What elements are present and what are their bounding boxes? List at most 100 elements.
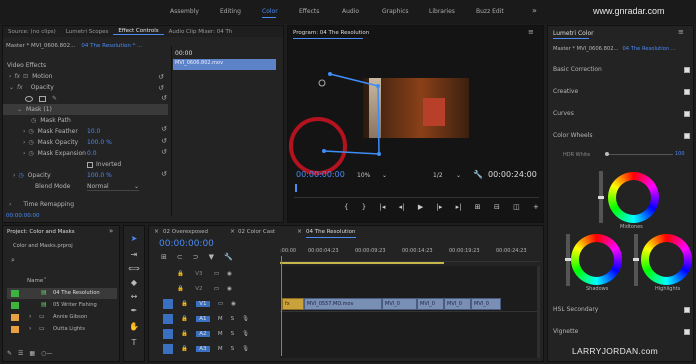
solo-button[interactable]: S xyxy=(231,316,235,322)
workspace-tab-effects[interactable]: Effects xyxy=(299,8,319,15)
list-item[interactable]: ▤ 05 Writer Fishing xyxy=(7,300,117,311)
hdr-white-slider[interactable] xyxy=(605,154,673,155)
reset-icon[interactable]: ↺ xyxy=(161,125,167,133)
reset-icon[interactable]: ↺ xyxy=(161,148,167,156)
linked-selection-icon[interactable]: ⊃ xyxy=(193,253,199,261)
settings-wrench-icon[interactable]: 🔧 xyxy=(224,253,233,261)
midtones-wheel[interactable] xyxy=(608,172,659,223)
source-patch-a2[interactable] xyxy=(163,329,173,339)
timeline-tab[interactable]: 02 Color Cast xyxy=(238,229,275,235)
solo-button[interactable]: S xyxy=(231,346,235,352)
stopwatch-icon[interactable]: ◷ xyxy=(28,128,33,135)
mic-icon[interactable]: 🎙 xyxy=(242,331,249,337)
solo-button[interactable]: S xyxy=(231,331,235,337)
quality-select[interactable]: 1/2 ⌄ xyxy=(433,172,461,179)
sync-icon[interactable]: ▭ xyxy=(214,286,219,292)
source-patch-v1[interactable] xyxy=(163,299,173,309)
mute-button[interactable]: M xyxy=(218,331,223,337)
program-timecode[interactable]: 00:00:00:00 xyxy=(296,170,345,179)
timeline-clip[interactable]: MVI_0557.MO.mov xyxy=(304,298,382,310)
pen-tool-icon[interactable]: ✒ xyxy=(127,306,141,318)
highlights-wheel[interactable] xyxy=(641,234,692,285)
creative-checkbox[interactable] xyxy=(684,89,690,95)
opacity-row[interactable]: › ◷ Opacity 100.0 % xyxy=(3,170,168,181)
step-back-icon[interactable]: ◂| xyxy=(399,203,405,215)
mask-expansion-value[interactable]: 0.0 xyxy=(87,150,97,157)
mask-path-row[interactable]: ◷ Mask Path xyxy=(3,115,168,126)
hand-tool-icon[interactable]: ✋ xyxy=(127,322,141,334)
track-header-v3[interactable]: 🔒 V3 ▭ ◉ xyxy=(149,267,274,281)
track-select-icon[interactable]: ⇥ xyxy=(127,250,141,262)
chevron-right-icon[interactable]: › xyxy=(23,128,25,135)
eye-icon[interactable]: ◉ xyxy=(227,271,232,277)
source-patch-a3[interactable] xyxy=(163,344,173,354)
timeline-tab-active[interactable]: 04 The Resolution xyxy=(306,229,355,235)
mic-icon[interactable]: 🎙 xyxy=(242,346,249,352)
track-header-a3[interactable]: 🔒 A3 M S 🎙 xyxy=(149,342,274,356)
chevron-right-icon[interactable]: › xyxy=(23,150,25,157)
pencil-icon[interactable]: ✎ xyxy=(7,350,12,358)
mute-button[interactable]: M xyxy=(218,316,223,322)
workspace-tab-libraries[interactable]: Libraries xyxy=(429,8,455,15)
chevron-down-icon[interactable]: ⌄ xyxy=(17,106,22,113)
lock-icon[interactable]: 🔒 xyxy=(181,346,188,352)
source-patch-a1[interactable] xyxy=(163,314,173,324)
opacity-reset-icon[interactable]: ↺ xyxy=(158,84,164,92)
section-color-wheels[interactable]: Color Wheels xyxy=(553,132,690,142)
workspace-tab-audio[interactable]: Audio xyxy=(342,8,359,15)
mask-opacity-value[interactable]: 100.0 % xyxy=(87,139,112,146)
reset-icon[interactable]: ↺ xyxy=(161,94,167,102)
timeline-close-icon[interactable]: × xyxy=(297,228,302,235)
timeline-clip[interactable]: MVI_0 xyxy=(382,298,417,310)
rectangle-mask-icon[interactable] xyxy=(39,95,46,102)
mark-out-icon[interactable]: } xyxy=(362,203,366,215)
mic-icon[interactable]: 🎙 xyxy=(242,316,249,322)
hsl-secondary-checkbox[interactable] xyxy=(684,307,690,313)
tab-lumetri-scopes[interactable]: Lumetri Scopes xyxy=(61,29,114,35)
blend-mode-row[interactable]: Blend Mode Normal ⌄ xyxy=(3,181,168,192)
eye-icon[interactable]: ◉ xyxy=(227,286,232,292)
section-basic-correction[interactable]: Basic Correction xyxy=(553,66,690,76)
slip-icon[interactable]: ↔ xyxy=(127,292,141,304)
mask-feather-row[interactable]: › ◷ Mask Feather 10.0 xyxy=(3,126,168,137)
reset-icon[interactable]: ↺ xyxy=(161,170,167,178)
reset-icon[interactable]: ↺ xyxy=(161,137,167,145)
workspace-tab-graphics[interactable]: Graphics xyxy=(382,8,409,15)
step-forward-icon[interactable]: |▸ xyxy=(436,203,442,215)
chevron-right-icon[interactable]: › xyxy=(9,73,11,80)
lock-icon[interactable]: 🔒 xyxy=(177,271,184,277)
snap-icon[interactable]: ⊂ xyxy=(177,253,183,261)
go-to-out-icon[interactable]: ▸| xyxy=(456,203,462,215)
hdr-white-row[interactable]: HDR White 100 xyxy=(563,151,688,159)
inverted-row[interactable]: Inverted xyxy=(3,159,168,170)
stopwatch-icon[interactable]: ◷ xyxy=(28,150,33,157)
mask-row[interactable]: ⌄ Mask (1) xyxy=(3,104,168,115)
panel-menu-icon[interactable]: ≡ xyxy=(678,28,684,36)
opacity-value[interactable]: 100.0 % xyxy=(87,172,112,179)
zoom-slider-icon[interactable]: ○— xyxy=(41,350,52,358)
extract-icon[interactable]: ⊟ xyxy=(494,203,500,215)
tab-source[interactable]: Source: (no clips) xyxy=(3,29,61,35)
highlights-slider-handle[interactable] xyxy=(633,258,639,261)
chevron-right-icon[interactable]: › xyxy=(13,172,15,179)
workspace-tab-color[interactable]: Color xyxy=(262,8,278,15)
track-header-a2[interactable]: 🔒 A2 M S 🎙 xyxy=(149,327,274,341)
list-view-icon[interactable]: ☰ xyxy=(18,350,23,358)
chevron-right-icon[interactable]: › xyxy=(23,139,25,146)
vertical-scrollbar[interactable] xyxy=(537,266,540,358)
project-more-icon[interactable]: » xyxy=(109,227,113,235)
add-marker-icon[interactable]: { xyxy=(344,203,348,215)
hdr-white-value[interactable]: 100 xyxy=(675,151,685,157)
lock-icon[interactable]: 🔒 xyxy=(181,301,188,307)
nest-icon[interactable]: ⊞ xyxy=(161,253,167,261)
stopwatch-icon[interactable]: ◷ xyxy=(31,117,36,124)
lock-icon[interactable]: 🔒 xyxy=(181,331,188,337)
chevron-right-icon[interactable]: › xyxy=(29,313,31,320)
mini-timeline-clip[interactable]: MVI_0606.802.mov xyxy=(173,59,276,70)
lock-icon[interactable]: 🔒 xyxy=(177,286,184,292)
timeline-playhead[interactable] xyxy=(281,256,282,356)
icon-view-icon[interactable]: ▦ xyxy=(29,350,35,358)
tab-audio-clip-mixer[interactable]: Audio Clip Mixer: 04 Th xyxy=(164,29,238,35)
curves-checkbox[interactable] xyxy=(684,111,690,117)
workspace-tab-assembly[interactable]: Assembly xyxy=(170,8,199,15)
